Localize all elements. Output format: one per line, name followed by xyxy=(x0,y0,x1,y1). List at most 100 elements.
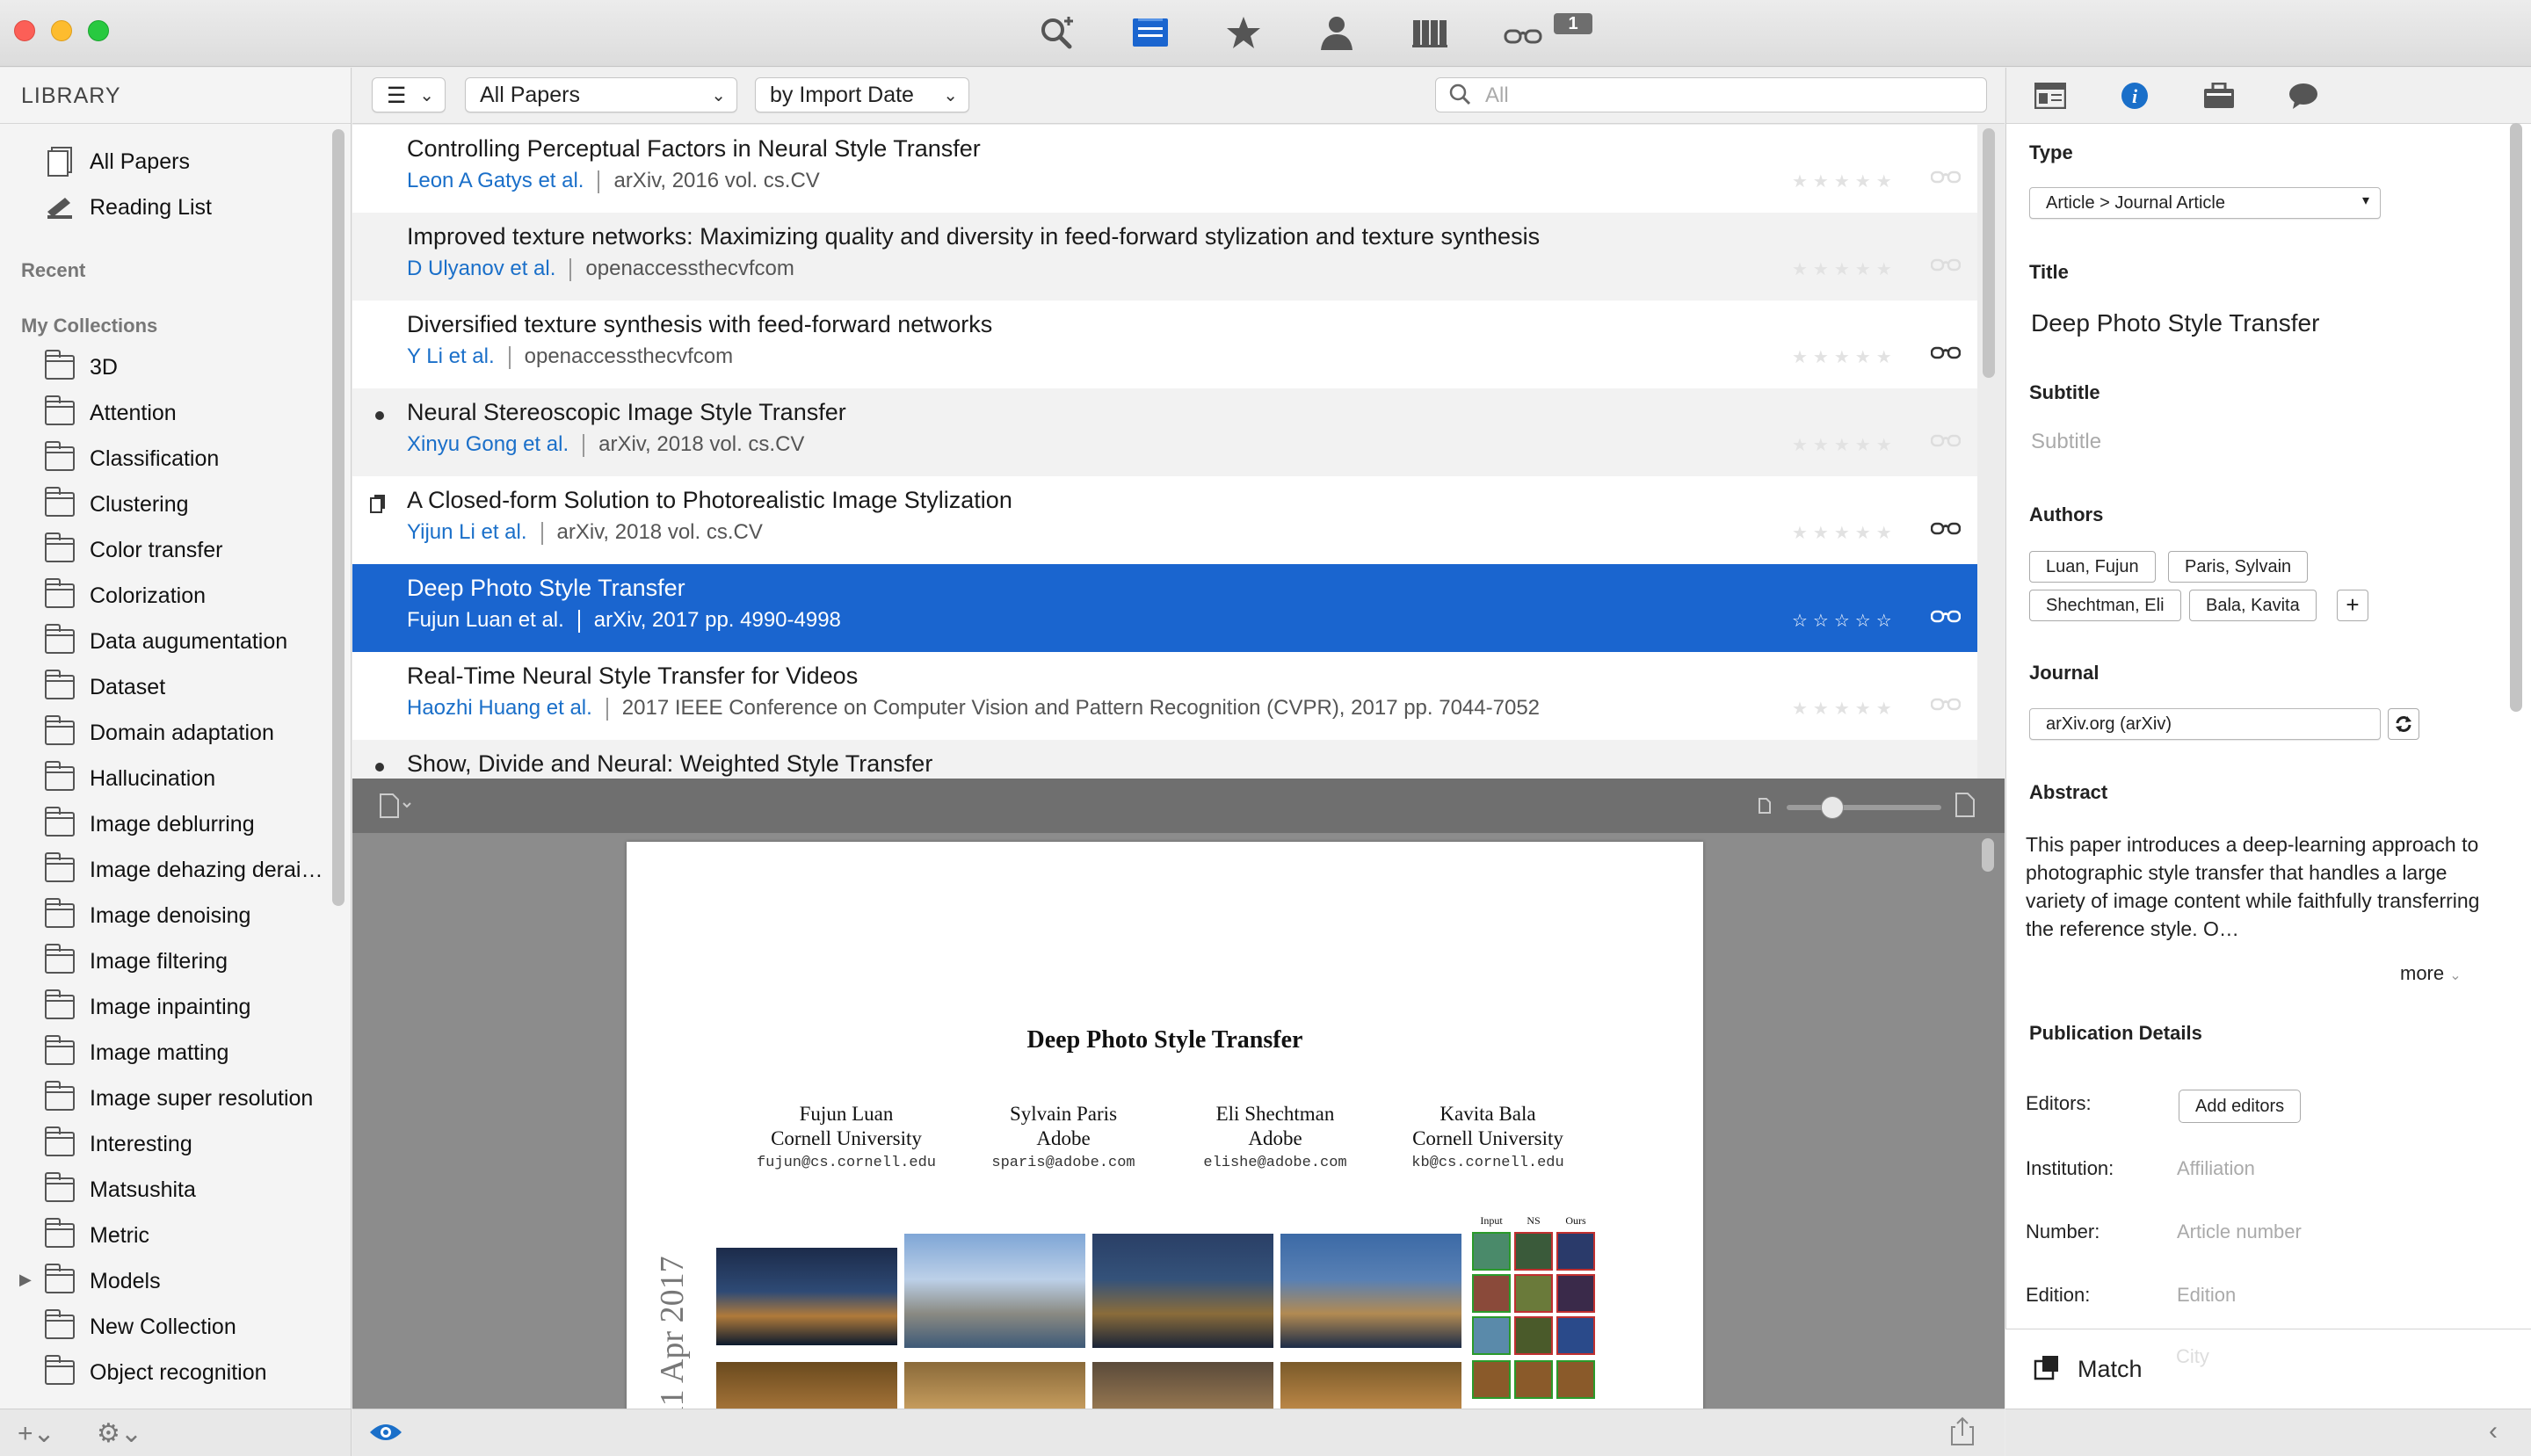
sidebar-item-collection[interactable]: Hallucination xyxy=(44,757,351,800)
settings-menu-button[interactable]: ⚙⌄ xyxy=(97,1418,142,1449)
tab-overview-icon[interactable] xyxy=(2031,78,2070,113)
paper-row[interactable]: Controlling Perceptual Factors in Neural… xyxy=(352,125,1977,213)
add-author-button[interactable]: + xyxy=(2337,590,2368,621)
paper-row[interactable]: Deep Photo Style Transfer Fujun Luan et a… xyxy=(352,564,1977,652)
sidebar-item-collection[interactable]: Object recognition xyxy=(44,1351,351,1394)
type-select[interactable]: Article > Journal Article ▾ xyxy=(2029,187,2381,219)
collapse-panel-icon[interactable]: ‹ xyxy=(2489,1416,2498,1446)
sidebar-item-collection[interactable]: Interesting xyxy=(44,1122,351,1166)
zoom-window-button[interactable] xyxy=(88,20,109,41)
sidebar-scrollbar[interactable] xyxy=(332,129,344,906)
filter-select[interactable]: All Papers ⌄ xyxy=(465,77,737,112)
rating-stars[interactable]: ★★★★★ xyxy=(1792,698,1897,720)
sidebar-item-collection[interactable]: Metric xyxy=(44,1213,351,1257)
pdf-scrollbar[interactable] xyxy=(1982,838,1994,872)
tab-files-icon[interactable] xyxy=(2200,78,2238,113)
sidebar-item-collection[interactable]: Image matting xyxy=(44,1031,351,1075)
reading-list-toggle-icon[interactable] xyxy=(1930,520,1962,540)
sidebar-item-collection[interactable]: Image filtering xyxy=(44,939,351,983)
abstract-more-button[interactable]: more ⌄ xyxy=(2400,962,2462,985)
sidebar-item-collection[interactable]: Classification xyxy=(44,437,351,481)
match-button[interactable]: Match xyxy=(2078,1356,2143,1383)
abstract-text[interactable]: This paper introduces a deep-learning ap… xyxy=(2026,830,2500,943)
rating-stars[interactable]: ★★★★★ xyxy=(1792,170,1897,192)
reading-list-toggle-icon[interactable] xyxy=(1930,608,1962,628)
reading-list-toggle-icon[interactable] xyxy=(1930,344,1962,365)
sort-select[interactable]: by Import Date ⌄ xyxy=(755,77,969,112)
pdf-viewer[interactable]: Deep Photo Style Transfer Fujun Luan Corn… xyxy=(352,833,2005,1409)
eye-icon[interactable] xyxy=(368,1420,403,1449)
tab-info-icon[interactable]: i xyxy=(2115,78,2154,113)
rating-stars[interactable]: ★★★★★ xyxy=(1792,522,1897,544)
zoom-out-icon[interactable] xyxy=(1759,798,1771,818)
share-icon[interactable] xyxy=(1950,1416,1975,1451)
zoom-slider-handle[interactable] xyxy=(1821,796,1844,819)
add-editors-button[interactable]: Add editors xyxy=(2179,1090,2302,1123)
sidebar-item-collection[interactable]: Image denoising xyxy=(44,894,351,938)
journal-field[interactable]: arXiv.org (arXiv) xyxy=(2029,708,2381,740)
author-token[interactable]: Paris, Sylvain xyxy=(2168,551,2309,583)
sidebar-item-collection[interactable]: Data augumentation xyxy=(44,619,351,663)
paper-authors[interactable]: Leon A Gatys et al. xyxy=(407,169,584,192)
zoom-in-icon[interactable] xyxy=(1955,793,1975,822)
rating-stars[interactable]: ☆☆☆☆☆ xyxy=(1792,610,1897,632)
close-window-button[interactable] xyxy=(14,20,35,41)
sidebar-item-collection[interactable]: Clustering xyxy=(44,482,351,526)
subtitle-field[interactable]: Subtitle xyxy=(2031,430,2101,454)
edition-field[interactable]: Edition xyxy=(2177,1284,2236,1307)
glasses-icon[interactable] xyxy=(1501,12,1545,53)
minimize-window-button[interactable] xyxy=(51,20,72,41)
sidebar-item-collection[interactable]: Attention xyxy=(44,391,351,435)
star-icon[interactable] xyxy=(1222,12,1266,53)
sidebar-item-all-papers[interactable]: All Papers xyxy=(44,140,351,184)
sidebar-item-collection[interactable]: New Collection xyxy=(44,1305,351,1349)
institution-field[interactable]: Affiliation xyxy=(2177,1157,2255,1180)
sidebar-item-collection[interactable]: Dataset xyxy=(44,665,351,709)
list-options-button[interactable]: ☰ ⌄ xyxy=(372,77,446,112)
sidebar-item-collection[interactable]: Color transfer xyxy=(44,528,351,572)
title-field[interactable]: Deep Photo Style Transfer xyxy=(2031,309,2319,337)
paper-authors[interactable]: Fujun Luan et al. xyxy=(407,608,564,632)
sidebar-item-collection[interactable]: 3D xyxy=(44,345,351,389)
sidebar-item-collection[interactable]: Image dehazing derai… xyxy=(44,848,351,892)
document-menu-icon[interactable] xyxy=(379,793,414,823)
sidebar-item-collection[interactable]: Domain adaptation xyxy=(44,711,351,755)
sidebar-item-collection[interactable]: Models ▶ xyxy=(19,1259,351,1303)
sidebar-item-collection[interactable]: Matsushita xyxy=(44,1168,351,1212)
rating-stars[interactable]: ★★★★★ xyxy=(1792,346,1897,368)
paper-row[interactable]: Real-Time Neural Style Transfer for Vide… xyxy=(352,652,1977,740)
reading-list-toggle-icon[interactable] xyxy=(1930,169,1962,189)
journal-sync-icon[interactable] xyxy=(2388,708,2419,740)
tab-notes-icon[interactable] xyxy=(2284,78,2323,113)
rating-stars[interactable]: ★★★★★ xyxy=(1792,258,1897,280)
paper-row[interactable]: Diversified texture synthesis with feed-… xyxy=(352,301,1977,388)
reading-list-toggle-icon[interactable] xyxy=(1930,432,1962,453)
list-scrollbar[interactable] xyxy=(1983,128,1995,378)
author-token[interactable]: Luan, Fujun xyxy=(2029,551,2156,583)
rating-stars[interactable]: ★★★★★ xyxy=(1792,434,1897,456)
paper-authors[interactable]: Y Li et al. xyxy=(407,344,495,368)
sidebar-item-collection[interactable]: Image super resolution xyxy=(44,1076,351,1120)
search-add-icon[interactable] xyxy=(1035,12,1079,53)
reading-list-toggle-icon[interactable] xyxy=(1930,257,1962,277)
add-collection-button[interactable]: +⌄ xyxy=(18,1418,55,1449)
paper-row[interactable]: Improved texture networks: Maximizing qu… xyxy=(352,213,1977,301)
disclosure-triangle-icon[interactable]: ▶ xyxy=(19,1271,32,1289)
book-icon[interactable] xyxy=(1408,12,1452,53)
paper-row[interactable]: Neural Stereoscopic Image Style Transfer… xyxy=(352,388,1977,476)
reading-list-toggle-icon[interactable] xyxy=(1930,696,1962,716)
search-input[interactable]: All xyxy=(1435,77,1987,112)
author-token[interactable]: Shechtman, Eli xyxy=(2029,590,2181,621)
sidebar-item-reading-list[interactable]: Reading List xyxy=(44,185,351,229)
sidebar-item-collection[interactable]: Colorization xyxy=(44,574,351,618)
paper-row[interactable]: A Closed-form Solution to Photorealistic… xyxy=(352,476,1977,564)
number-field[interactable]: Article number xyxy=(2177,1221,2302,1243)
paper-authors[interactable]: Xinyu Gong et al. xyxy=(407,432,569,456)
library-icon[interactable] xyxy=(1128,12,1172,53)
paper-row[interactable]: Show, Divide and Neural: Weighted Style … xyxy=(352,740,1977,779)
person-icon[interactable] xyxy=(1315,12,1359,53)
inspector-scrollbar[interactable] xyxy=(2510,123,2522,712)
paper-authors[interactable]: D Ulyanov et al. xyxy=(407,257,555,280)
paper-authors[interactable]: Yijun Li et al. xyxy=(407,520,527,544)
author-token[interactable]: Bala, Kavita xyxy=(2189,590,2317,621)
